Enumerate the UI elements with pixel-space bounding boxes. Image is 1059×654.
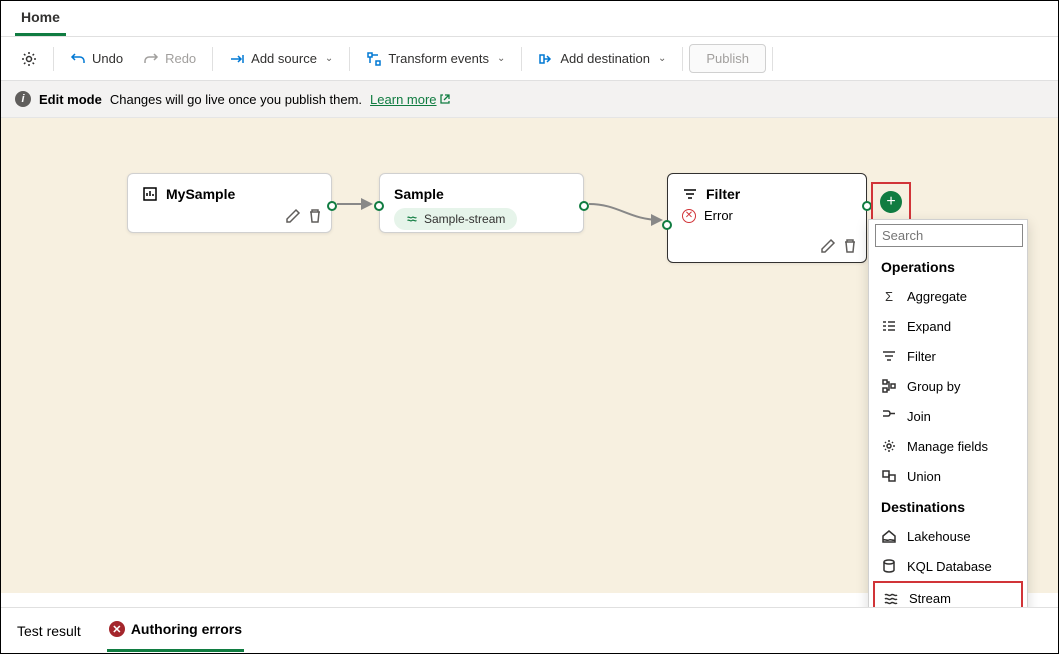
- destinations-header: Destinations: [869, 491, 1027, 521]
- info-icon: i: [15, 91, 31, 107]
- menu-item-filter[interactable]: Filter: [869, 341, 1027, 371]
- groupby-icon: [881, 378, 897, 394]
- lakehouse-icon: [881, 528, 897, 544]
- add-dest-icon: [538, 51, 554, 67]
- menu-item-join[interactable]: Join: [869, 401, 1027, 431]
- tab-authoring-errors[interactable]: ✕ Authoring errors: [107, 609, 244, 652]
- undo-button[interactable]: Undo: [60, 45, 133, 73]
- error-badge-icon: ✕: [109, 621, 125, 637]
- transform-icon: [366, 51, 382, 67]
- filter-icon: [682, 186, 698, 202]
- input-port[interactable]: [374, 201, 384, 211]
- output-port[interactable]: [327, 201, 337, 211]
- menu-item-expand[interactable]: Expand: [869, 311, 1027, 341]
- delete-icon[interactable]: [842, 238, 858, 254]
- menu-item-kql[interactable]: KQL Database: [869, 551, 1027, 581]
- delete-icon[interactable]: [307, 208, 323, 224]
- info-bar: i Edit mode Changes will go live once yo…: [1, 81, 1058, 118]
- publish-button: Publish: [689, 44, 766, 73]
- menu-item-union[interactable]: Union: [869, 461, 1027, 491]
- tab-home[interactable]: Home: [15, 1, 66, 36]
- redo-button: Redo: [133, 45, 206, 73]
- transform-events-button[interactable]: Transform events ⌄: [356, 45, 515, 73]
- join-icon: [881, 408, 897, 424]
- menu-item-manage-fields[interactable]: Manage fields: [869, 431, 1027, 461]
- menu-item-lakehouse[interactable]: Lakehouse: [869, 521, 1027, 551]
- toolbar: Undo Redo Add source ⌄ Transform events …: [1, 37, 1058, 81]
- error-icon: ✕: [682, 209, 696, 223]
- chevron-down-icon: ⌄: [497, 53, 505, 64]
- gear-icon: [21, 51, 37, 67]
- add-source-icon: [229, 51, 245, 67]
- edit-icon[interactable]: [285, 208, 301, 224]
- menu-item-groupby[interactable]: Group by: [869, 371, 1027, 401]
- chevron-down-icon: ⌄: [658, 53, 666, 64]
- chart-icon: [142, 186, 158, 202]
- operations-header: Operations: [869, 251, 1027, 281]
- menu-item-aggregate[interactable]: Σ Aggregate: [869, 281, 1027, 311]
- info-text: Changes will go live once you publish th…: [110, 92, 362, 107]
- node-filter[interactable]: Filter ✕ Error: [667, 173, 867, 263]
- union-icon: [881, 468, 897, 484]
- learn-more-link[interactable]: Learn more: [370, 92, 450, 107]
- connector-arrow: [589, 198, 667, 226]
- add-destination-button[interactable]: Add destination ⌄: [528, 45, 676, 73]
- external-link-icon: [439, 93, 451, 105]
- redo-icon: [143, 51, 159, 67]
- input-port[interactable]: [662, 220, 672, 230]
- stream-tag: Sample-stream: [394, 208, 517, 230]
- node-sample[interactable]: Sample Sample-stream: [379, 173, 584, 233]
- bottom-tabs: Test result ✕ Authoring errors: [1, 607, 1058, 653]
- undo-icon: [70, 51, 86, 67]
- database-icon: [881, 558, 897, 574]
- add-source-button[interactable]: Add source ⌄: [219, 45, 343, 73]
- node-mysample[interactable]: MySample: [127, 173, 332, 233]
- stream-icon: [883, 590, 899, 606]
- edit-icon[interactable]: [820, 238, 836, 254]
- top-tabs: Home: [1, 1, 1058, 37]
- tab-test-result[interactable]: Test result: [15, 611, 83, 651]
- connector-arrow: [337, 198, 377, 210]
- search-input[interactable]: [875, 224, 1023, 247]
- aggregate-icon: Σ: [881, 288, 897, 304]
- filter-icon: [881, 348, 897, 364]
- add-node-button[interactable]: +: [880, 191, 902, 213]
- expand-icon: [881, 318, 897, 334]
- edit-mode-label: Edit mode: [39, 92, 102, 107]
- settings-button[interactable]: [11, 45, 47, 73]
- chevron-down-icon: ⌄: [325, 53, 333, 64]
- manage-fields-icon: [881, 438, 897, 454]
- output-port[interactable]: [579, 201, 589, 211]
- stream-icon: [406, 213, 418, 225]
- error-row: ✕ Error: [668, 208, 866, 237]
- add-menu-dropdown: Operations Σ Aggregate Expand Filter Gro…: [868, 219, 1028, 622]
